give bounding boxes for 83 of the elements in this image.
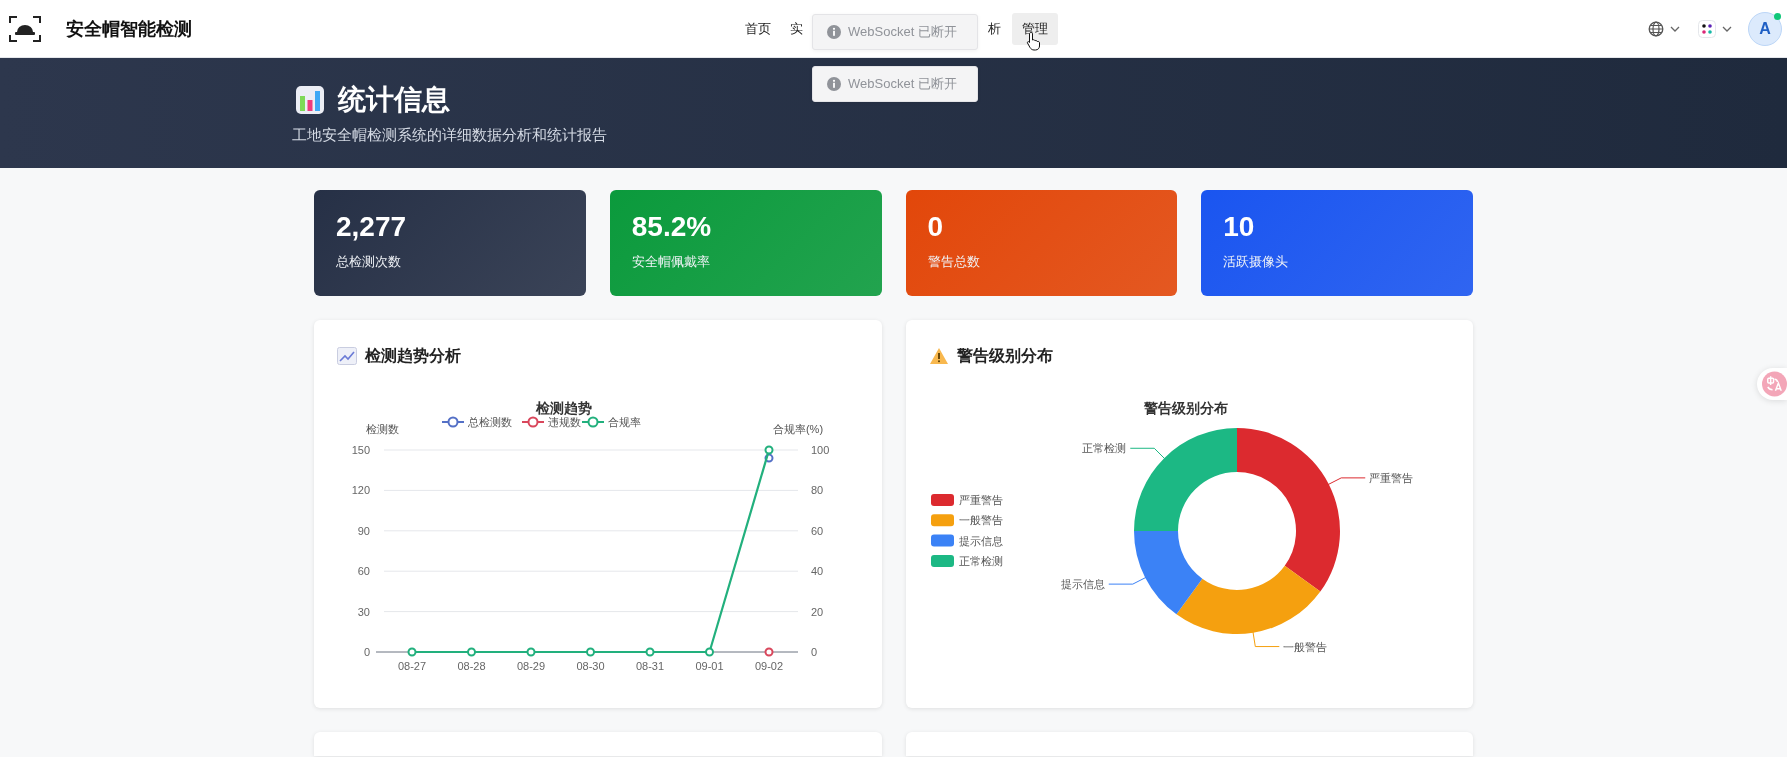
stat-value: 2,277 (336, 210, 408, 244)
axis-tick-label: 120 (351, 484, 370, 497)
axis-title: 检测数 (365, 423, 399, 435)
legend-item[interactable]: 违规数 (521, 416, 581, 428)
axis-tick-label: 150 (351, 444, 370, 456)
info-icon (827, 25, 841, 39)
slice-label: 正常检测 (1081, 442, 1126, 455)
chart-title: 检测趋势 (536, 400, 592, 416)
axis-tick-label: 09-02 (754, 660, 784, 672)
data-point (467, 647, 476, 657)
legend-item[interactable]: 总检测数 (441, 416, 512, 428)
chevron-down-icon[interactable] (1722, 25, 1732, 32)
axis-tick-label: 40 (811, 565, 824, 578)
stat-label: 活跃摄像头 (1223, 253, 1290, 271)
axis-tick-label: 80 (811, 484, 824, 497)
warning-icon (928, 347, 949, 365)
axis-tick-label: 90 (357, 524, 370, 537)
legend-label: 合规率 (608, 416, 641, 428)
legend-label: 违规数 (548, 416, 581, 428)
axis-tick-label: 60 (357, 565, 370, 578)
stat-label: 安全帽佩戴率 (631, 253, 711, 271)
data-point (705, 647, 714, 657)
toast-text: WebSocket 已断开 (848, 23, 957, 41)
axis-tick-label: 08-31 (635, 660, 665, 672)
axis-tick-label: 09-01 (695, 660, 724, 672)
legend-item[interactable]: 正常检测 (930, 554, 1003, 567)
legend-label: 一般警告 (958, 514, 1003, 527)
axis-tick-label: 0 (363, 646, 370, 658)
card-title: 警告级别分布 (956, 345, 1053, 366)
bar-chart-icon (296, 86, 324, 114)
data-point (526, 647, 536, 657)
stat-value: 10 (1223, 210, 1256, 244)
legend-item[interactable]: 一般警告 (930, 514, 1003, 527)
legend-label: 总检测数 (467, 416, 512, 428)
data-point (586, 647, 595, 657)
legend-item[interactable]: 合规率 (581, 416, 641, 428)
toast-text: WebSocket 已断开 (848, 75, 957, 93)
legend-item[interactable]: 提示信息 (930, 534, 1003, 547)
legend-label: 提示信息 (958, 534, 1003, 547)
slice-label: 严重警告 (1368, 471, 1413, 484)
stat-value: 85.2% (631, 210, 713, 244)
stat-value: 0 (927, 210, 945, 244)
leader-line (1326, 477, 1366, 486)
axis-tick-label: 60 (811, 524, 824, 537)
info-icon (827, 77, 841, 91)
axis-tick-label: 30 (357, 605, 370, 618)
nav-link[interactable]: 析 (980, 12, 1009, 45)
axis-tick-label: 08-29 (516, 660, 546, 672)
helmet-logo-icon (8, 14, 42, 43)
slice-label: 提示信息 (1060, 578, 1105, 591)
page-subtitle: 工地安全帽检测系统的详细数据分析和统计报告 (292, 126, 608, 145)
axis-tick-label: 08-28 (457, 660, 486, 672)
data-point (764, 647, 774, 657)
data-point (764, 445, 774, 455)
leader-line (1107, 576, 1147, 585)
axis-tick-label: 20 (811, 605, 824, 618)
nav-link[interactable]: 首页 (737, 12, 779, 45)
apps-icon[interactable] (1698, 19, 1716, 38)
avatar[interactable]: A (1748, 11, 1782, 46)
card-title: 检测趋势分析 (365, 345, 461, 366)
slice-label: 一般警告 (1282, 640, 1327, 653)
chevron-down-icon[interactable] (1670, 25, 1680, 32)
nav-link[interactable]: 实 (782, 12, 811, 45)
axis-tick-label: 08-27 (397, 660, 427, 672)
chart-title: 警告级别分布 (1143, 400, 1228, 416)
axis-tick-label: 100 (811, 444, 830, 456)
globe-icon[interactable] (1648, 20, 1664, 37)
app-title: 安全帽智能检测 (66, 17, 192, 41)
legend-item[interactable]: 严重警告 (930, 494, 1003, 506)
axis-title: 合规率(%) (772, 423, 824, 435)
axis-tick-label: 08-30 (576, 660, 605, 672)
stat-label: 总检测次数 (336, 253, 402, 271)
leader-line (1129, 447, 1166, 461)
avatar-initial: A (1759, 19, 1771, 38)
line-chart-icon (337, 347, 357, 365)
page-title: 统计信息 (338, 83, 450, 117)
legend-label: 严重警告 (958, 494, 1003, 506)
data-point (407, 647, 417, 657)
leader-line (1251, 630, 1280, 648)
stat-label: 警告总数 (927, 253, 981, 271)
legend-label: 正常检测 (958, 554, 1003, 567)
axis-tick-label: 0 (811, 646, 818, 658)
data-point (645, 647, 655, 657)
